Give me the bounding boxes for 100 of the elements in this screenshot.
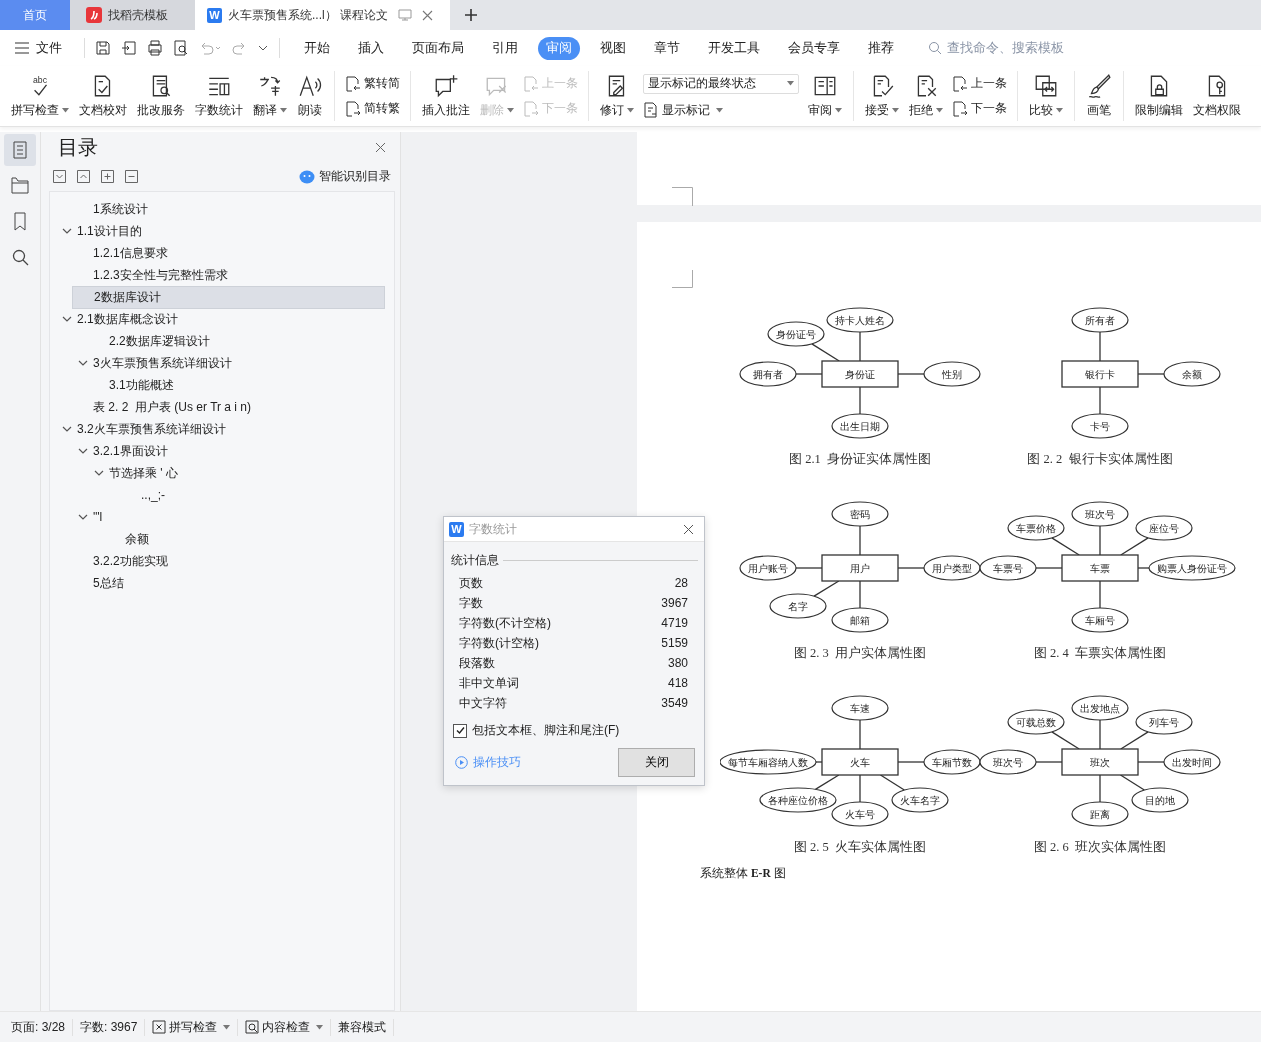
close-button[interactable]: 关闭 xyxy=(618,748,695,777)
ribbon-button[interactable]: 限制编辑 xyxy=(1130,73,1188,119)
connector-line xyxy=(1099,331,1101,362)
ribbon-button[interactable]: 画笔 xyxy=(1081,73,1117,119)
ribbon-tab[interactable]: 开发工具 xyxy=(700,36,768,60)
ribbon-button[interactable]: 拒绝 xyxy=(904,73,948,119)
attribute-label: 余额 xyxy=(1182,368,1202,380)
print-icon[interactable] xyxy=(147,40,163,56)
template-tab[interactable]: 找稻壳模板 xyxy=(70,0,195,30)
ribbon-button[interactable]: 文档权限 xyxy=(1188,73,1246,119)
toc-item[interactable]: '"l xyxy=(93,508,103,526)
checkbox[interactable] xyxy=(453,723,467,738)
page-indicator[interactable]: 页面: 3/28 xyxy=(4,1018,74,1036)
ribbon-tab[interactable]: 章节 xyxy=(646,36,688,60)
collapse-up-icon[interactable] xyxy=(77,170,90,183)
toc-item[interactable]: 3.1功能概述 xyxy=(109,374,174,396)
toc-item[interactable]: ..,_;- xyxy=(141,486,165,504)
ribbon-button[interactable]: 插入批注 xyxy=(417,73,475,119)
ribbon-button[interactable]: 字数统计 xyxy=(190,73,248,119)
content-check-button[interactable]: 内容检查 xyxy=(238,1018,332,1036)
caret-icon[interactable] xyxy=(936,108,943,113)
document-left-arrow-icon xyxy=(523,75,539,92)
caret-icon[interactable] xyxy=(627,108,634,113)
toc-item[interactable]: 1.2.1信息要求 xyxy=(93,242,168,264)
new-tab-icon[interactable] xyxy=(464,8,478,22)
toc-item[interactable]: 2数据库设计 xyxy=(72,285,385,309)
word-count[interactable]: 字数: 3967 xyxy=(73,1018,146,1036)
ribbon-button[interactable]: 文档校对 xyxy=(74,73,132,119)
save-icon[interactable] xyxy=(95,40,111,56)
toc-item[interactable]: 1系统设计 xyxy=(93,198,148,220)
chevron-icon[interactable] xyxy=(78,446,88,456)
toc-item[interactable]: 表 2. 2 用户表 (Us er Tr a i n) xyxy=(93,396,252,418)
caret-icon[interactable] xyxy=(1056,108,1063,113)
toc-item[interactable]: 3.2.1界面设计 xyxy=(93,440,168,462)
ribbon-button[interactable]: 修订 xyxy=(595,73,639,119)
ribbon-tab[interactable]: 插入 xyxy=(350,36,392,60)
toc-item[interactable]: 3火车票预售系统详细设计 xyxy=(93,352,232,374)
caret-icon[interactable] xyxy=(280,108,287,113)
close-icon[interactable] xyxy=(683,523,694,535)
ribbon-tab[interactable]: 引用 xyxy=(484,36,526,60)
chevron-icon[interactable] xyxy=(62,424,72,434)
ribbon-small-button[interactable]: 简转繁 xyxy=(345,100,400,117)
collapse-down-icon[interactable] xyxy=(53,170,66,183)
chevron-icon[interactable] xyxy=(62,314,72,324)
file-menu[interactable]: 文件 xyxy=(14,39,62,57)
connector-line xyxy=(1137,373,1165,375)
document-tab[interactable]: W 火车票预售系统...l） 课程论文 xyxy=(195,0,450,30)
ribbon-tab[interactable]: 视图 xyxy=(592,36,634,60)
show-markup-button[interactable]: 显示标记 xyxy=(643,101,799,119)
ribbon-tab[interactable]: 页面布局 xyxy=(404,36,472,60)
ribbon-button[interactable]: 朗读 xyxy=(292,73,328,119)
chevron-icon[interactable] xyxy=(94,468,104,478)
ribbon-button[interactable]: 批改服务 xyxy=(132,73,190,119)
ribbon-button[interactable]: 翻译 xyxy=(248,73,292,119)
ribbon-button[interactable]: 审阅 xyxy=(803,73,847,119)
toc-item[interactable]: 5总结 xyxy=(93,572,124,594)
close-icon[interactable] xyxy=(375,142,386,153)
stat-value: 3549 xyxy=(661,696,688,710)
toc-item[interactable]: 2.2数据库逻辑设计 xyxy=(109,330,210,352)
ribbon-tab[interactable]: 开始 xyxy=(296,36,338,60)
attribute-label: 性别 xyxy=(942,368,962,380)
ribbon-small-button[interactable]: 繁转简 xyxy=(345,75,400,92)
spell-check-button[interactable]: 拼写检查 xyxy=(145,1018,239,1036)
markup-display-dropdown[interactable]: 显示标记的最终状态 xyxy=(643,73,799,94)
stat-value: 3967 xyxy=(661,596,688,610)
compatibility-mode[interactable]: 兼容模式 xyxy=(331,1018,395,1036)
ribbon-button[interactable]: abc 拼写检查 xyxy=(6,73,74,119)
remove-icon[interactable] xyxy=(125,170,138,183)
toc-item[interactable]: 3.2.2功能实现 xyxy=(93,550,168,572)
toc-item[interactable]: 3.2火车票预售系统详细设计 xyxy=(77,418,226,440)
smart-toc-button[interactable]: 智能识别目录 xyxy=(299,168,391,185)
toc-item[interactable]: 1.1设计目的 xyxy=(77,220,142,242)
chevron-icon[interactable] xyxy=(78,512,88,522)
export-icon[interactable] xyxy=(121,40,137,56)
ribbon-button[interactable]: 比较 xyxy=(1024,73,1068,119)
caret-icon[interactable] xyxy=(835,108,842,113)
ribbon-button[interactable]: 接受 xyxy=(860,73,904,119)
print-preview-icon[interactable] xyxy=(173,40,189,56)
connector-line xyxy=(1099,525,1101,556)
attribute-ellipse xyxy=(1163,749,1221,775)
caret-icon[interactable] xyxy=(716,107,723,113)
chevron-icon[interactable] xyxy=(62,226,72,236)
ribbon-tab[interactable]: 推荐 xyxy=(860,36,902,60)
toc-item[interactable]: 余额 xyxy=(125,528,149,550)
caret-icon xyxy=(223,1024,231,1030)
ribbon-small-button[interactable]: 下一条 xyxy=(952,100,1007,117)
close-icon[interactable] xyxy=(422,9,433,21)
toc-item[interactable]: 1.2.3安全性与完整性需求 xyxy=(93,264,228,286)
ribbon-tab[interactable]: 会员专享 xyxy=(780,36,848,60)
attribute-ellipse xyxy=(739,361,797,387)
toc-item[interactable]: 节选择乘 ' 心 xyxy=(109,462,178,484)
caret-icon[interactable] xyxy=(62,108,69,113)
add-icon[interactable] xyxy=(101,170,114,183)
chevron-icon[interactable] xyxy=(78,358,88,368)
caret-icon[interactable] xyxy=(892,108,899,113)
ribbon-small-button[interactable]: 上一条 xyxy=(952,75,1007,92)
command-search-field[interactable]: 查找命令、搜索模板 xyxy=(928,40,1089,56)
connector-line xyxy=(1099,774,1101,803)
toc-item[interactable]: 2.1数据库概念设计 xyxy=(77,308,178,330)
document-left-arrow-icon xyxy=(952,75,968,92)
